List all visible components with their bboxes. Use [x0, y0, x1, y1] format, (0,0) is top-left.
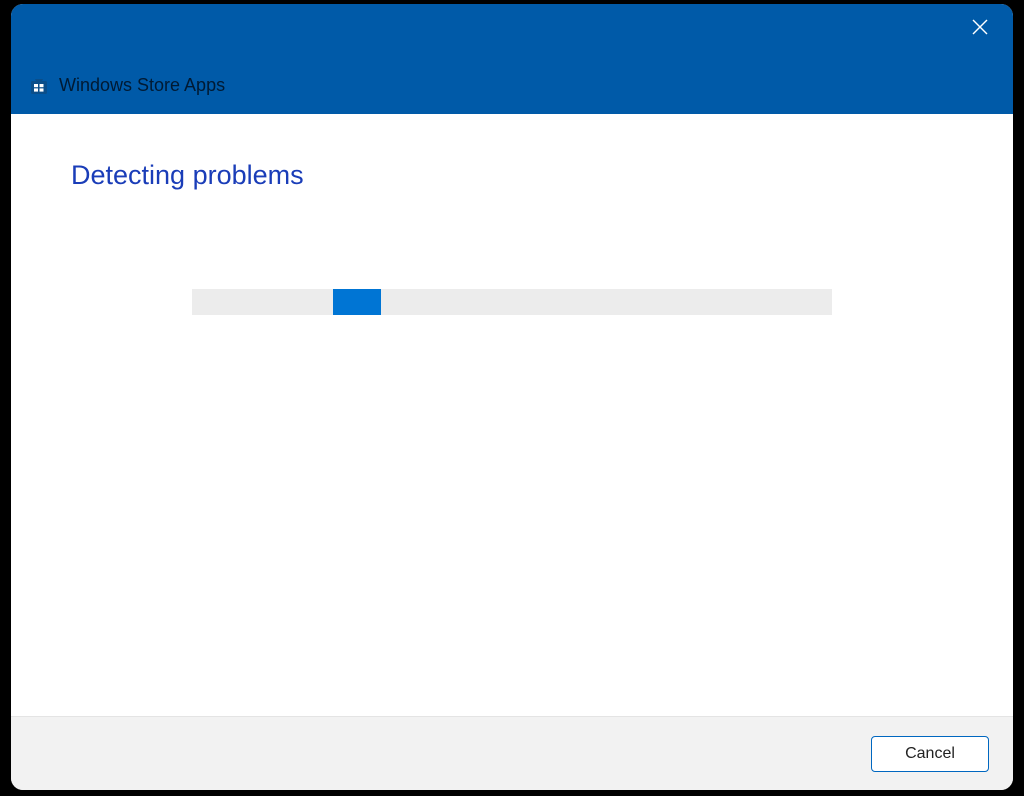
progress-bar: [192, 289, 832, 315]
footer: Cancel: [11, 716, 1013, 790]
titlebar: Windows Store Apps: [11, 4, 1013, 114]
page-heading: Detecting problems: [71, 160, 953, 191]
titlebar-left: Windows Store Apps: [29, 75, 225, 96]
window-title: Windows Store Apps: [59, 75, 225, 96]
content-area: Detecting problems: [11, 114, 1013, 716]
close-button[interactable]: [957, 12, 1003, 44]
store-icon: [29, 76, 49, 96]
troubleshooter-window: Windows Store Apps Detecting problems Ca…: [11, 4, 1013, 790]
cancel-button[interactable]: Cancel: [871, 736, 989, 772]
progress-track: [192, 289, 832, 315]
close-icon: [972, 19, 988, 38]
progress-chunk: [333, 289, 381, 315]
